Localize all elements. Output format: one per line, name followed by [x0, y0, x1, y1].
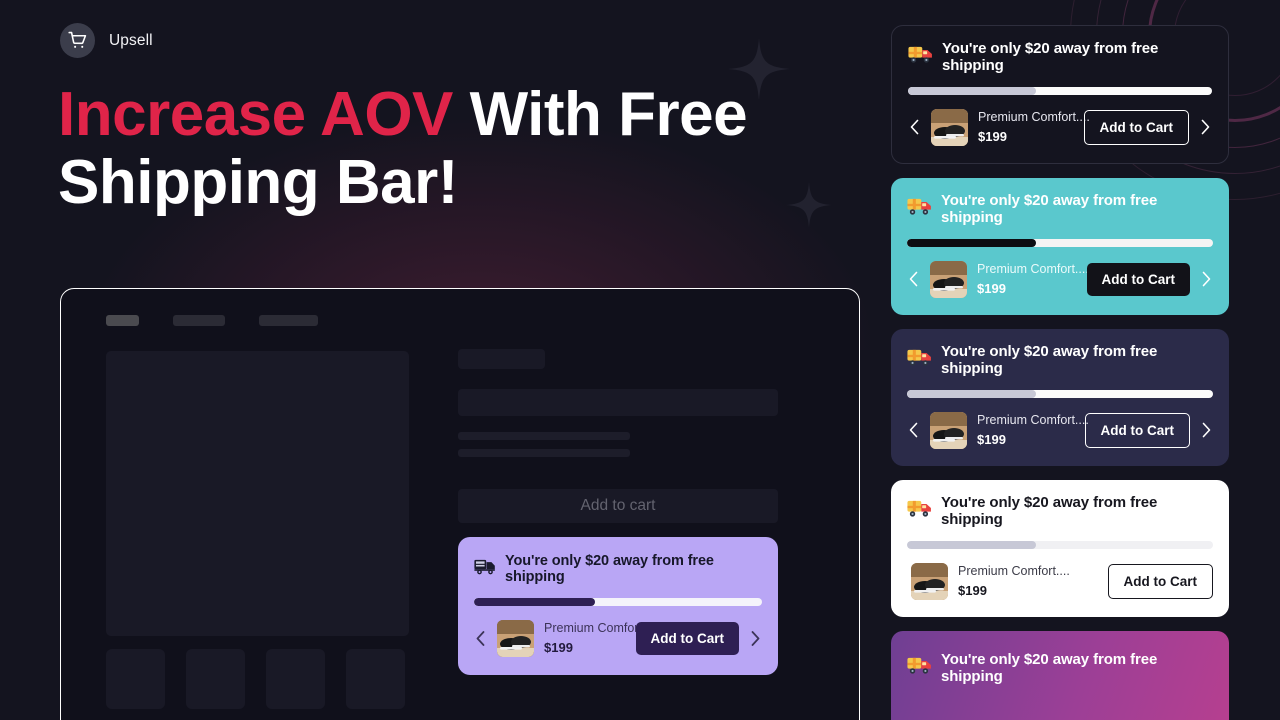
shipping-progress-bar — [907, 389, 1213, 398]
shipping-message-row: You're only $20 away from free shipping — [474, 553, 762, 585]
product-desc-placeholder — [458, 432, 630, 440]
upsell-product-meta: Premium Comfort.... $199 — [544, 618, 656, 659]
chevron-right-icon[interactable] — [1199, 119, 1212, 135]
shipping-message: You're only $20 away from free shipping — [941, 650, 1158, 685]
upsell-product-price: $199 — [978, 129, 1007, 145]
upsell-product-price: $199 — [977, 281, 1006, 297]
upsell-add-to-cart-button[interactable]: Add to Cart — [1083, 109, 1189, 145]
nav-placeholder — [106, 315, 139, 326]
shipping-message-row: You're only $20 away from free shipping — [908, 40, 1212, 74]
shipping-progress-bar — [908, 87, 1212, 95]
chevron-left-icon[interactable] — [907, 422, 920, 438]
delivery-truck-icon — [907, 348, 932, 372]
mockup-add-to-cart-button[interactable]: Add to cart — [458, 489, 778, 523]
upsell-product-price: $199 — [544, 640, 573, 656]
delivery-truck-icon — [907, 656, 932, 680]
mockup-nav — [106, 315, 318, 326]
shipping-progress-fill — [907, 540, 1036, 549]
chevron-left-icon[interactable] — [907, 271, 920, 287]
shopping-cart-icon — [60, 23, 95, 58]
product-vendor-placeholder — [458, 349, 545, 369]
shipping-progress-fill — [908, 87, 1036, 95]
shipping-progress-bar — [907, 238, 1213, 247]
upsell-product-image — [911, 562, 948, 600]
product-thumbnail[interactable] — [266, 649, 325, 709]
free-shipping-widget-variant-dark[interactable]: You're only $20 away from free shipping — [891, 25, 1229, 164]
upsell-product-row: Premium Comfort.... $199 Add to Cart — [907, 561, 1213, 602]
upsell-product-name: Premium Comfort.... — [958, 563, 1070, 578]
delivery-truck-icon — [908, 45, 933, 69]
product-thumbnail[interactable] — [186, 649, 245, 709]
delivery-truck-icon — [474, 558, 496, 580]
delivery-truck-icon — [907, 197, 932, 221]
upsell-product-meta: Premium Comfort.... $199 — [978, 107, 1090, 148]
product-page-mockup: Add to cart You're only $20 away from fr… — [60, 288, 860, 720]
shipping-message-row: You're only $20 away from free shipping — [907, 192, 1213, 226]
upsell-product-price: $199 — [977, 432, 1006, 448]
nav-placeholder — [259, 315, 318, 326]
shipping-message: You're only $20 away from free shipping — [505, 553, 714, 585]
headline-accent: Increase AOV — [58, 80, 453, 149]
upsell-add-to-cart-button[interactable]: Add to Cart — [635, 621, 739, 655]
delivery-truck-icon — [907, 499, 932, 523]
sparkle-icon — [786, 182, 832, 228]
shipping-message-row: You're only $20 away from free shipping — [907, 343, 1213, 377]
chevron-right-icon[interactable] — [1200, 271, 1213, 287]
nav-placeholder — [173, 315, 225, 326]
upsell-product-meta: Premium Comfort.... $199 — [958, 561, 1098, 602]
upsell-product-meta: Premium Comfort.... $199 — [977, 259, 1089, 300]
widget-variant-list: You're only $20 away from free shipping — [891, 25, 1229, 720]
brand-name: Upsell — [109, 31, 153, 49]
upsell-product-image — [930, 411, 967, 449]
product-image-placeholder — [106, 351, 409, 636]
product-title-placeholder — [458, 389, 778, 416]
upsell-product-name: Premium Comfort.... — [977, 412, 1089, 427]
product-thumbnail[interactable] — [346, 649, 405, 709]
free-shipping-widget-variant-navy[interactable]: You're only $20 away from free shipping — [891, 328, 1229, 466]
shipping-progress-bar — [907, 540, 1213, 549]
chevron-right-icon[interactable] — [749, 631, 762, 646]
upsell-product-name: Premium Comfort.... — [978, 110, 1090, 124]
chevron-left-icon[interactable] — [908, 119, 921, 135]
shipping-message-row: You're only $20 away from free shipping — [907, 494, 1213, 528]
upsell-product-meta: Premium Comfort.... $199 — [977, 410, 1089, 451]
free-shipping-widget-variant-gradient[interactable]: You're only $20 away from free shipping — [891, 630, 1229, 720]
headline-rest: With Free — [452, 80, 748, 149]
shipping-progress-bar — [474, 598, 762, 606]
shipping-message-row: You're only $20 away from free shipping — [907, 651, 1213, 685]
shipping-progress-fill — [474, 598, 595, 606]
upsell-product-image — [930, 260, 967, 298]
chevron-right-icon[interactable] — [1200, 422, 1213, 438]
upsell-add-to-cart-button[interactable]: Add to Cart — [1084, 412, 1190, 448]
page-root: Upsell Increase AOV With Free Shipping B… — [0, 0, 1280, 720]
shipping-message: You're only $20 away from free shipping — [942, 40, 1159, 74]
brand-logo[interactable]: Upsell — [60, 23, 153, 58]
upsell-product-row: Premium Comfort.... $199 Add to Cart — [908, 107, 1212, 148]
shipping-message: You're only $20 away from free shipping — [941, 493, 1158, 528]
shipping-message: You're only $20 away from free shipping — [941, 191, 1158, 226]
upsell-product-row: Premium Comfort.... $199 Add to Cart — [907, 259, 1213, 300]
page-title: Increase AOV With Free Shipping Bar! — [58, 82, 758, 215]
chevron-left-icon[interactable] — [474, 631, 487, 646]
free-shipping-widget-variant-teal[interactable]: You're only $20 away from free shipping — [891, 177, 1229, 315]
shipping-progress-fill — [907, 389, 1036, 398]
upsell-product-image — [497, 619, 534, 657]
product-desc-placeholder — [458, 449, 630, 457]
shipping-message: You're only $20 away from free shipping — [941, 342, 1158, 377]
headline-line2: Shipping Bar! — [58, 148, 458, 218]
free-shipping-widget-variant-white[interactable]: You're only $20 away from free shipping — [891, 479, 1229, 617]
upsell-product-row: Premium Comfort.... $199 Add to Cart — [474, 618, 762, 659]
free-shipping-widget-inline: You're only $20 away from free shipping — [458, 537, 778, 675]
upsell-add-to-cart-button[interactable]: Add to Cart — [1086, 262, 1190, 296]
upsell-product-image — [931, 108, 968, 146]
upsell-product-row: Premium Comfort.... $199 Add to Cart — [907, 410, 1213, 451]
product-thumbnail-row — [106, 649, 405, 709]
upsell-product-price: $199 — [958, 583, 987, 599]
shipping-progress-fill — [907, 238, 1036, 247]
product-thumbnail[interactable] — [106, 649, 165, 709]
product-details-column: Add to cart — [458, 349, 778, 523]
upsell-add-to-cart-button[interactable]: Add to Cart — [1107, 563, 1213, 599]
upsell-product-name: Premium Comfort.... — [977, 261, 1089, 276]
